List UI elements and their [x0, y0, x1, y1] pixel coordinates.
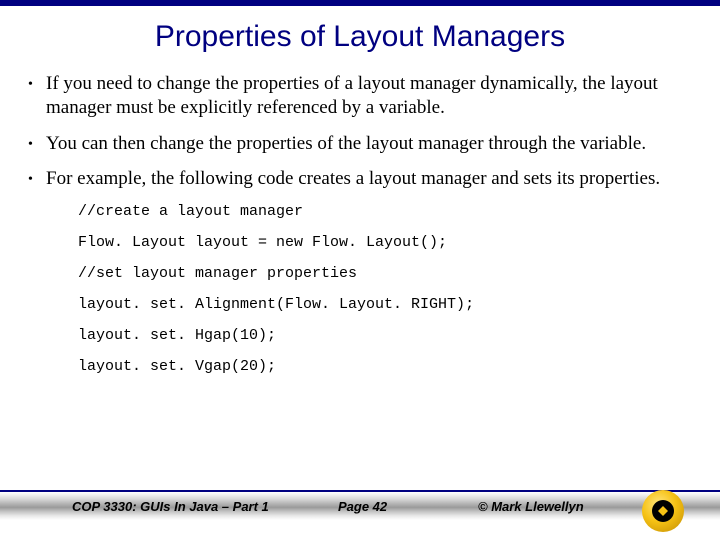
bullet-dot: •	[28, 167, 46, 191]
code-line: layout. set. Alignment(Flow. Layout. RIG…	[78, 296, 692, 313]
top-bar	[0, 0, 720, 6]
ucf-logo-icon	[642, 490, 684, 532]
footer-course: COP 3330: GUIs In Java – Part 1	[72, 499, 269, 514]
footer-copyright: © Mark Llewellyn	[478, 499, 584, 514]
bullet-text: If you need to change the properties of …	[46, 72, 692, 120]
footer-bar: COP 3330: GUIs In Java – Part 1 Page 42 …	[0, 490, 720, 520]
code-line: layout. set. Hgap(10);	[78, 327, 692, 344]
ucf-logo-inner-icon	[652, 500, 674, 522]
bullet-text: For example, the following code creates …	[46, 167, 692, 191]
bullet-dot: •	[28, 72, 46, 120]
bullet-dot: •	[28, 132, 46, 156]
slide-content: • If you need to change the properties o…	[0, 72, 720, 375]
bullet-item: • You can then change the properties of …	[28, 132, 692, 156]
code-line: layout. set. Vgap(20);	[78, 358, 692, 375]
code-line: //create a layout manager	[78, 203, 692, 220]
bullet-text: You can then change the properties of th…	[46, 132, 692, 156]
footer-page: Page 42	[338, 499, 387, 514]
slide-title: Properties of Layout Managers	[0, 20, 720, 54]
slide-footer: COP 3330: GUIs In Java – Part 1 Page 42 …	[0, 490, 720, 534]
bullet-item: • If you need to change the properties o…	[28, 72, 692, 120]
bullet-item: • For example, the following code create…	[28, 167, 692, 191]
code-line: //set layout manager properties	[78, 265, 692, 282]
code-line: Flow. Layout layout = new Flow. Layout()…	[78, 234, 692, 251]
code-block: //create a layout manager Flow. Layout l…	[78, 203, 692, 375]
